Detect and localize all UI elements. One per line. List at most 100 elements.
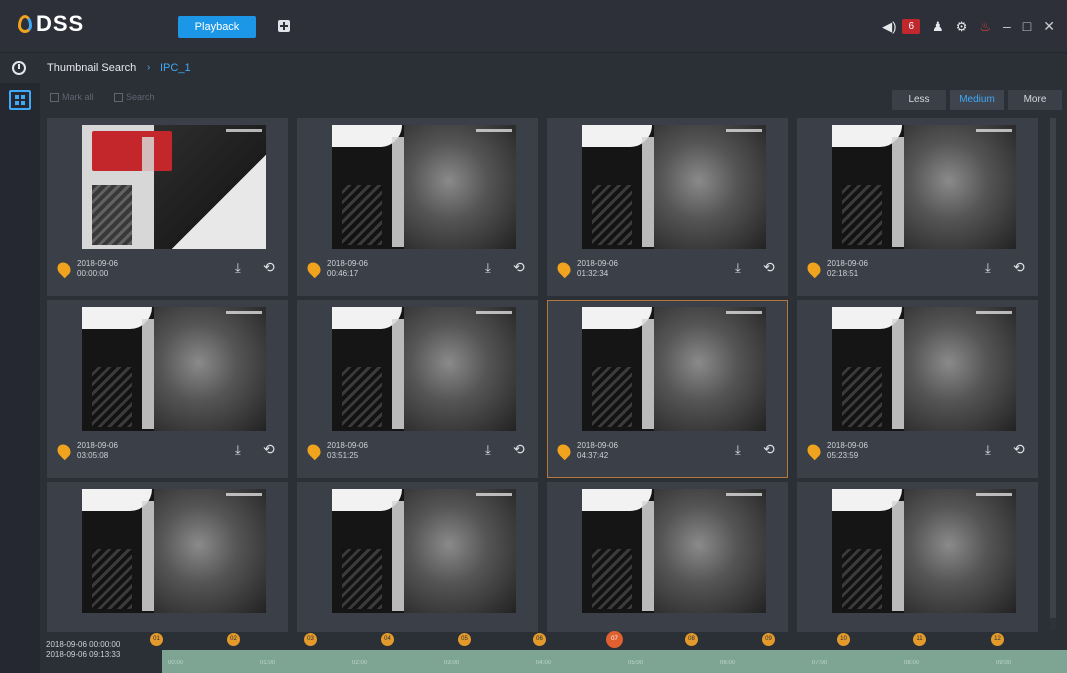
add-tab-button[interactable]: [278, 20, 290, 32]
download-icon[interactable]: ⤓: [735, 442, 741, 458]
timeline-marker[interactable]: 02: [227, 633, 240, 646]
playback-icon[interactable]: ⟲: [513, 259, 525, 276]
timeline-tick-label: 05:00: [628, 660, 644, 666]
download-icon[interactable]: ⤓: [485, 260, 491, 276]
dss-logo-icon: [18, 15, 32, 33]
location-pin-icon: [554, 259, 574, 279]
timeline-tick-label: 04:00: [536, 660, 552, 666]
timeline-marker[interactable]: 04: [381, 633, 394, 646]
thumbnail-time: 02:18:51: [827, 269, 859, 278]
thumbnail-image[interactable]: [582, 489, 766, 613]
thumbnail-image[interactable]: [582, 125, 766, 249]
thumbnail-image[interactable]: [832, 125, 1016, 249]
timeline-marker[interactable]: 10: [837, 633, 850, 646]
thumbnail-date: 2018-09-06: [327, 441, 368, 450]
app-logo-text: DSS: [36, 11, 85, 36]
thumbnail-image[interactable]: [332, 307, 516, 431]
thumbnail-image[interactable]: [332, 125, 516, 249]
timeline-marker[interactable]: 08: [685, 633, 698, 646]
location-pin-icon: [54, 259, 74, 279]
alarm-bell-icon[interactable]: ♨: [979, 20, 991, 33]
thumbnail-time: 03:51:25: [327, 451, 359, 460]
minimize-icon[interactable]: –: [1003, 19, 1011, 33]
thumbnail-card[interactable]: 2018-09-06 04:37:42 ⤓ ⟲: [547, 300, 788, 478]
thumbnail-time: 04:37:42: [577, 451, 609, 460]
thumbnail-image[interactable]: [332, 489, 516, 613]
thumbnail-image[interactable]: [82, 307, 266, 431]
thumbnail-card[interactable]: 2018-09-06 00:00:00 ⤓ ⟲: [47, 118, 288, 296]
timeline-tick-label: 02:00: [352, 660, 368, 666]
density-more-button[interactable]: More: [1008, 90, 1062, 110]
thumbnail-image[interactable]: [82, 489, 266, 613]
thumbnail-image[interactable]: [832, 489, 1016, 613]
density-less-button[interactable]: Less: [892, 90, 946, 110]
user-icon[interactable]: ♟: [932, 20, 944, 33]
download-icon[interactable]: ⤓: [235, 442, 241, 458]
history-icon[interactable]: [12, 61, 26, 75]
mark-all-button[interactable]: Mark all: [50, 92, 94, 102]
alarm-count-badge[interactable]: 6: [902, 18, 921, 34]
timeline-marker[interactable]: 05: [458, 633, 471, 646]
download-icon[interactable]: ⤓: [985, 442, 991, 458]
volume-icon[interactable]: ◀): [882, 20, 896, 33]
playback-icon[interactable]: ⟲: [263, 259, 275, 276]
thumbnail-image[interactable]: [82, 125, 266, 249]
thumbnail-time: 03:05:08: [77, 451, 109, 460]
thumbnail-time: 01:32:34: [577, 269, 609, 278]
download-icon[interactable]: ⤓: [735, 260, 741, 276]
thumbnail-time: 05:23:59: [827, 451, 859, 460]
timeline-marker[interactable]: 12: [991, 633, 1004, 646]
checkbox-icon: [50, 92, 59, 102]
playback-icon[interactable]: ⟲: [1013, 441, 1025, 458]
thumbnail-timestamp: 2018-09-06 03:51:25: [327, 441, 368, 461]
playback-icon[interactable]: ⟲: [263, 441, 275, 458]
thumbnail-card[interactable]: 2018-09-06 02:18:51 ⤓ ⟲: [797, 118, 1038, 296]
timeline-tick-label: 09:00: [996, 660, 1012, 666]
timeline-marker[interactable]: 09: [762, 633, 775, 646]
playback-icon[interactable]: ⟲: [763, 259, 775, 276]
gear-icon[interactable]: ⚙: [956, 20, 968, 33]
thumbnail-timestamp: 2018-09-06 01:32:34: [577, 259, 618, 279]
timeline-marker[interactable]: 06: [533, 633, 546, 646]
thumbnail-timestamp: 2018-09-06 04:37:42: [577, 441, 618, 461]
timeline-tick-label: 07:00: [812, 660, 828, 666]
timeline-start: 2018-09-06 00:00:00: [46, 640, 121, 649]
thumbnail-card[interactable]: 2018-09-06 05:23:59 ⤓ ⟲: [797, 300, 1038, 478]
download-icon[interactable]: ⤓: [985, 260, 991, 276]
thumbnail-card[interactable]: 2018-09-06 03:05:08 ⤓ ⟲: [47, 300, 288, 478]
search-icon: [114, 92, 123, 102]
download-icon[interactable]: ⤓: [235, 260, 241, 276]
scrollbar-thumb[interactable]: [1050, 118, 1056, 618]
search-button[interactable]: Search: [114, 92, 155, 102]
playback-icon[interactable]: ⟲: [513, 441, 525, 458]
timeline-bar[interactable]: 00:00 01:00 02:00 03:00 04:00 05:00 06:00 07:00…: [162, 650, 1067, 673]
timeline-marker[interactable]: 01: [150, 633, 163, 646]
restore-icon[interactable]: □: [1023, 19, 1031, 33]
close-icon[interactable]: ✕: [1043, 19, 1055, 33]
thumbnail-card[interactable]: 2018-09-06 03:51:25 ⤓ ⟲: [297, 300, 538, 478]
playback-icon[interactable]: ⟲: [1013, 259, 1025, 276]
vertical-scrollbar[interactable]: [1050, 118, 1056, 630]
thumbnail-view-icon[interactable]: [9, 90, 31, 110]
tab-playback[interactable]: Playback: [178, 16, 256, 38]
timeline-marker[interactable]: 11: [913, 633, 926, 646]
thumbnail-time: 00:46:17: [327, 269, 359, 278]
timeline-marker[interactable]: 07: [606, 631, 623, 648]
thumbnail-date: 2018-09-06: [77, 259, 118, 268]
thumbnail-image[interactable]: [582, 307, 766, 431]
playback-icon[interactable]: ⟲: [763, 441, 775, 458]
breadcrumb-separator: ›: [147, 62, 151, 73]
download-icon[interactable]: ⤓: [485, 442, 491, 458]
thumbnail-card[interactable]: 2018-09-06 01:32:34 ⤓ ⟲: [547, 118, 788, 296]
breadcrumb: Thumbnail Search › IPC_1: [0, 53, 1067, 83]
timeline-tick-label: 08:00: [904, 660, 920, 666]
thumbnail-image[interactable]: [832, 307, 1016, 431]
thumbnail-card[interactable]: 2018-09-06 00:46:17 ⤓ ⟲: [297, 118, 538, 296]
thumbnail-date: 2018-09-06: [827, 259, 868, 268]
density-medium-button[interactable]: Medium: [950, 90, 1004, 110]
timeline-tick-label: 06:00: [720, 660, 736, 666]
breadcrumb-root[interactable]: Thumbnail Search: [47, 62, 136, 74]
breadcrumb-current: IPC_1: [160, 62, 191, 74]
thumbnail-date: 2018-09-06: [577, 441, 618, 450]
timeline-marker[interactable]: 03: [304, 633, 317, 646]
